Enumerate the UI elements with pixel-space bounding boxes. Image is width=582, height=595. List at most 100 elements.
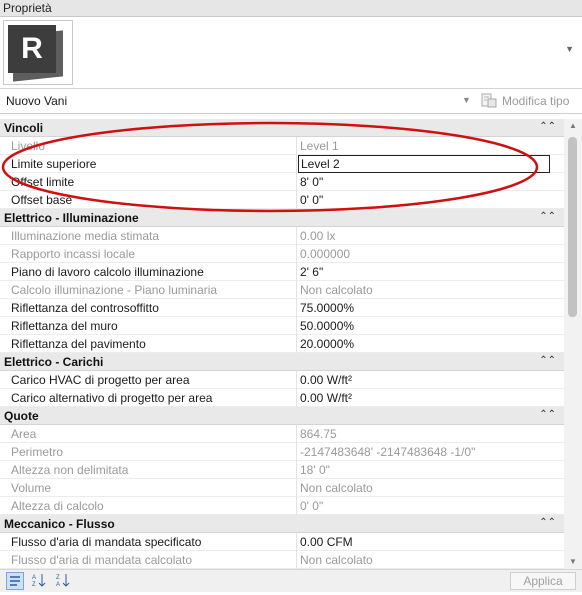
sort-ascending-icon[interactable]: AZ: [30, 572, 48, 590]
property-row[interactable]: Rapporto incassi locale 0.000000: [0, 245, 564, 263]
panel-titlebar: Proprietà: [0, 0, 582, 17]
scrollbar-thumb[interactable]: [568, 137, 577, 317]
sort-descending-icon[interactable]: ZA: [54, 572, 72, 590]
property-name: Riflettanza del controsoffitto: [11, 301, 159, 315]
property-name: Flusso d'aria di mandata calcolato: [11, 553, 193, 567]
property-value: -2147483648' -2147483648 -1/0": [300, 445, 476, 459]
property-row[interactable]: Illuminazione media stimata 0.00 lx: [0, 227, 564, 245]
property-name: Rapporto incassi locale: [11, 247, 136, 261]
svg-text:Z: Z: [32, 582, 36, 588]
svg-text:A: A: [32, 575, 36, 581]
property-name: Flusso d'aria di mandata specificato: [11, 535, 202, 549]
property-value: 864.75: [300, 427, 337, 441]
property-value[interactable]: 75.0000%: [300, 301, 354, 315]
property-row[interactable]: Perimetro -2147483648' -2147483648 -1/0": [0, 443, 564, 461]
property-value[interactable]: 20.0000%: [300, 337, 354, 351]
property-row[interactable]: Altezza non delimitata 18' 0": [0, 461, 564, 479]
property-name: Volume: [11, 481, 52, 495]
group-title: Quote: [4, 409, 39, 423]
edit-type-button[interactable]: Modifica tipo: [502, 94, 569, 108]
property-row[interactable]: Limite superiore Level 2: [0, 155, 564, 173]
property-name: Altezza di calcolo: [11, 499, 104, 513]
property-name: Riflettanza del muro: [11, 319, 118, 333]
chevron-down-icon[interactable]: ▼: [462, 95, 471, 105]
property-value: 0' 0": [300, 499, 324, 513]
collapse-icon[interactable]: ⌃⌃: [539, 121, 556, 132]
property-value: Non calcolato: [300, 553, 373, 567]
apply-button[interactable]: Applica: [510, 572, 576, 590]
property-row[interactable]: Carico HVAC di progetto per area 0.00 W/…: [0, 371, 564, 389]
property-row[interactable]: Offset limite 8' 0": [0, 173, 564, 191]
property-name: Offset base: [11, 193, 73, 207]
property-value: Non calcolato: [300, 481, 373, 495]
property-name: Carico alternativo di progetto per area: [11, 391, 213, 405]
collapse-icon[interactable]: ⌃⌃: [539, 211, 556, 222]
property-value[interactable]: 2' 6": [300, 265, 323, 279]
property-value[interactable]: 0.00 W/ft²: [300, 373, 352, 387]
property-value[interactable]: 0.00 W/ft²: [300, 391, 352, 405]
property-name: Area: [11, 427, 37, 441]
property-value[interactable]: 50.0000%: [300, 319, 354, 333]
properties-grid[interactable]: Vincoli ⌃⌃ Livello Level 1 Limite superi…: [0, 119, 564, 569]
group-elettrico-carichi[interactable]: Elettrico - Carichi ⌃⌃: [0, 353, 564, 371]
property-name: Piano di lavoro calcolo illuminazione: [11, 265, 204, 279]
property-value: 0.000000: [300, 247, 351, 261]
property-value[interactable]: Level 2: [301, 157, 340, 171]
group-vincoli[interactable]: Vincoli ⌃⌃: [0, 119, 564, 137]
svg-text:A: A: [56, 582, 60, 588]
type-selector[interactable]: Nuovo Vani ▼ Modifica tipo: [0, 89, 582, 114]
scroll-up-icon[interactable]: ▲: [564, 119, 582, 133]
sort-category-icon[interactable]: [6, 572, 24, 590]
property-name: Offset limite: [11, 175, 75, 189]
property-row[interactable]: Riflettanza del pavimento 20.0000%: [0, 335, 564, 353]
group-title: Vincoli: [4, 121, 44, 135]
property-value[interactable]: 0.00 CFM: [300, 535, 353, 549]
property-name: Perimetro: [11, 445, 64, 459]
type-selector-value[interactable]: Nuovo Vani: [6, 94, 67, 108]
revit-logo-icon: R: [3, 20, 73, 85]
group-title: Elettrico - Illuminazione: [4, 211, 139, 225]
chevron-down-icon[interactable]: ▼: [565, 44, 574, 54]
property-value: Level 1: [300, 139, 339, 153]
property-value[interactable]: 8' 0": [300, 175, 323, 189]
scroll-down-icon[interactable]: ▼: [564, 555, 582, 569]
group-title: Meccanico - Flusso: [4, 517, 115, 531]
property-row[interactable]: Livello Level 1: [0, 137, 564, 155]
property-value: Non calcolato: [300, 283, 373, 297]
property-row[interactable]: Carico alternativo di progetto per area …: [0, 389, 564, 407]
collapse-icon[interactable]: ⌃⌃: [539, 517, 556, 528]
property-value[interactable]: 0' 0": [300, 193, 323, 207]
property-row[interactable]: Calcolo illuminazione - Piano luminaria …: [0, 281, 564, 299]
property-row[interactable]: Flusso d'aria di mandata specificato 0.0…: [0, 533, 564, 551]
property-name: Limite superiore: [11, 157, 97, 171]
collapse-icon[interactable]: ⌃⌃: [539, 409, 556, 420]
property-row[interactable]: Volume Non calcolato: [0, 479, 564, 497]
svg-text:Z: Z: [56, 575, 60, 581]
property-name: Carico HVAC di progetto per area: [11, 373, 190, 387]
property-value: 18' 0": [300, 463, 330, 477]
property-name: Altezza non delimitata: [11, 463, 129, 477]
group-elettrico-illuminazione[interactable]: Elettrico - Illuminazione ⌃⌃: [0, 209, 564, 227]
panel-footer: AZ ZA Applica: [0, 569, 582, 592]
property-row[interactable]: Flusso d'aria di mandata calcolato Non c…: [0, 551, 564, 569]
collapse-icon[interactable]: ⌃⌃: [539, 355, 556, 366]
group-meccanico-flusso[interactable]: Meccanico - Flusso ⌃⌃: [0, 515, 564, 533]
property-row[interactable]: Altezza di calcolo 0' 0": [0, 497, 564, 515]
group-title: Elettrico - Carichi: [4, 355, 104, 369]
group-quote[interactable]: Quote ⌃⌃: [0, 407, 564, 425]
type-preview-pane[interactable]: R ▼: [0, 17, 582, 89]
property-row[interactable]: Area 864.75: [0, 425, 564, 443]
property-name: Riflettanza del pavimento: [11, 337, 146, 351]
property-name: Calcolo illuminazione - Piano luminaria: [11, 283, 218, 297]
vertical-scrollbar[interactable]: ▲ ▼: [564, 119, 582, 569]
property-row[interactable]: Riflettanza del muro 50.0000%: [0, 317, 564, 335]
property-value: 0.00 lx: [300, 229, 336, 243]
edit-type-icon[interactable]: [481, 93, 497, 108]
property-row[interactable]: Riflettanza del controsoffitto 75.0000%: [0, 299, 564, 317]
property-row[interactable]: Piano di lavoro calcolo illuminazione 2'…: [0, 263, 564, 281]
property-row[interactable]: Offset base 0' 0": [0, 191, 564, 209]
property-name: Livello: [11, 139, 46, 153]
property-name: Illuminazione media stimata: [11, 229, 160, 243]
property-value-input[interactable]: Level 2: [298, 155, 550, 173]
panel-title: Proprietà: [3, 1, 52, 15]
